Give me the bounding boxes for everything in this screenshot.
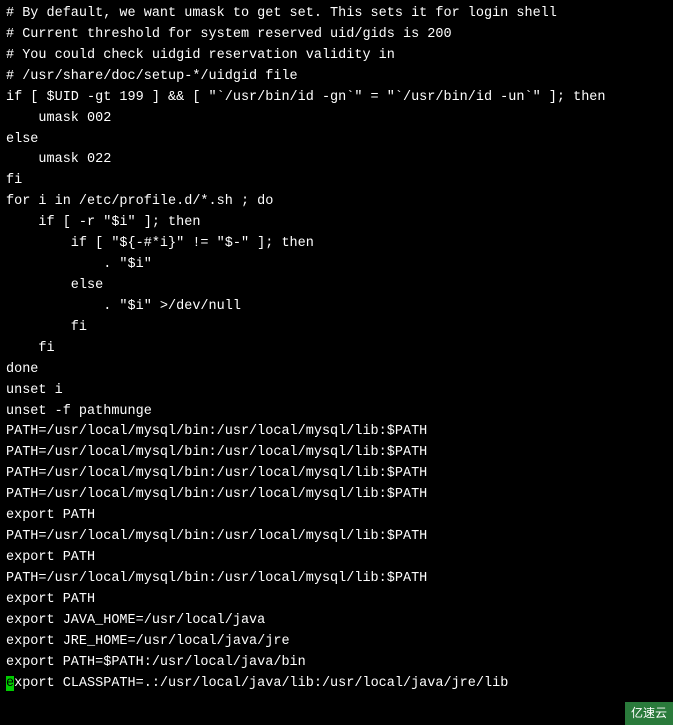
code-line: if [ -r "$i" ]; then bbox=[6, 213, 667, 234]
code-line: done bbox=[6, 360, 667, 381]
code-line: PATH=/usr/local/mysql/bin:/usr/local/mys… bbox=[6, 422, 667, 443]
code-content: # By default, we want umask to get set. … bbox=[6, 4, 667, 694]
code-line: export PATH=$PATH:/usr/local/java/bin bbox=[6, 653, 667, 674]
code-line: fi bbox=[6, 318, 667, 339]
code-line: PATH=/usr/local/mysql/bin:/usr/local/mys… bbox=[6, 527, 667, 548]
code-line: else bbox=[6, 130, 667, 151]
code-line: unset i bbox=[6, 381, 667, 402]
code-line: PATH=/usr/local/mysql/bin:/usr/local/mys… bbox=[6, 569, 667, 590]
code-line: fi bbox=[6, 339, 667, 360]
code-line: export JAVA_HOME=/usr/local/java bbox=[6, 611, 667, 632]
code-line: PATH=/usr/local/mysql/bin:/usr/local/mys… bbox=[6, 443, 667, 464]
code-line: . "$i" bbox=[6, 255, 667, 276]
code-line: PATH=/usr/local/mysql/bin:/usr/local/mys… bbox=[6, 485, 667, 506]
code-line: export PATH bbox=[6, 590, 667, 611]
code-line: # /usr/share/doc/setup-*/uidgid file bbox=[6, 67, 667, 88]
code-line: export PATH bbox=[6, 506, 667, 527]
code-line: PATH=/usr/local/mysql/bin:/usr/local/mys… bbox=[6, 464, 667, 485]
code-line: umask 022 bbox=[6, 150, 667, 171]
code-line: umask 002 bbox=[6, 109, 667, 130]
code-line: if [ "${-#*i}" != "$-" ]; then bbox=[6, 234, 667, 255]
code-line: unset -f pathmunge bbox=[6, 402, 667, 423]
code-line: # By default, we want umask to get set. … bbox=[6, 4, 667, 25]
code-line: # Current threshold for system reserved … bbox=[6, 25, 667, 46]
code-line: else bbox=[6, 276, 667, 297]
code-line: export CLASSPATH=.:/usr/local/java/lib:/… bbox=[6, 674, 667, 695]
code-line: export PATH bbox=[6, 548, 667, 569]
code-line: for i in /etc/profile.d/*.sh ; do bbox=[6, 192, 667, 213]
code-line: fi bbox=[6, 171, 667, 192]
code-line: if [ $UID -gt 199 ] && [ "`/usr/bin/id -… bbox=[6, 88, 667, 109]
code-line: . "$i" >/dev/null bbox=[6, 297, 667, 318]
watermark-badge: 亿速云 bbox=[625, 702, 673, 725]
terminal: # By default, we want umask to get set. … bbox=[0, 0, 673, 725]
code-line: export JRE_HOME=/usr/local/java/jre bbox=[6, 632, 667, 653]
code-line: # You could check uidgid reservation val… bbox=[6, 46, 667, 67]
